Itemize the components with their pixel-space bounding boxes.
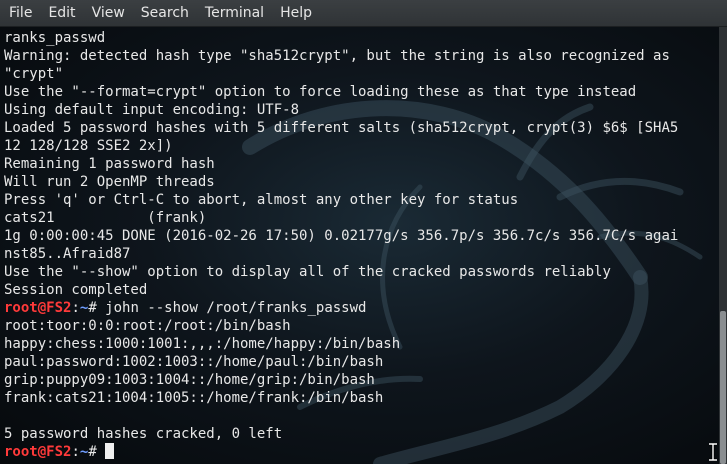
output-line: 1g 0:00:00:45 DONE (2016-02-26 17:50) 0.… [4, 228, 679, 244]
output-line: happy:chess:1000:1001:,,,:/home/happy:/b… [4, 336, 401, 352]
prompt-user-host: root@FS2 [4, 444, 72, 460]
menu-help[interactable]: Help [271, 0, 319, 27]
command-text: john --show /root/franks_passwd [105, 300, 367, 316]
output-line: Use the "--format=crypt" option to force… [4, 84, 637, 100]
text-cursor-ibeam-icon [709, 443, 717, 461]
output-line: Press 'q' or Ctrl-C to abort, almost any… [4, 192, 519, 208]
output-line: Use the "--show" option to display all o… [4, 264, 611, 280]
menu-view[interactable]: View [83, 0, 132, 27]
output-line: 5 password hashes cracked, 0 left [4, 426, 283, 442]
output-line: Session completed [4, 282, 148, 298]
output-line: paul:password:1002:1003::/home/paul:/bin… [4, 354, 384, 370]
output-line: ranks_passwd [4, 30, 106, 46]
prompt-symbol: # [88, 300, 106, 316]
output-line: nst85..Afraid87 [4, 246, 131, 262]
output-line: root:toor:0:0:root:/root:/bin/bash [4, 318, 291, 334]
menu-bar: File Edit View Search Terminal Help [0, 0, 727, 27]
output-line: Using default input encoding: UTF-8 [4, 102, 300, 118]
prompt-symbol: # [88, 444, 106, 460]
output-line: Will run 2 OpenMP threads [4, 174, 215, 190]
scrollbar-thumb[interactable] [720, 311, 726, 464]
terminal-scrollbar[interactable] [719, 27, 727, 464]
terminal-text: ranks_passwd Warning: detected hash type … [4, 29, 678, 461]
active-prompt-line: root@FS2:~# [4, 443, 678, 461]
prompt-separator: : [71, 444, 80, 460]
menu-terminal[interactable]: Terminal [196, 0, 271, 27]
terminal-window: File Edit View Search Terminal Help rank… [0, 0, 727, 464]
output-line: Remaining 1 password hash [4, 156, 215, 172]
output-line: Warning: detected hash type "sha512crypt… [4, 48, 670, 64]
output-line: 12 128/128 SSE2 2x]) [4, 138, 173, 154]
output-line: Loaded 5 password hashes with 5 differen… [4, 120, 679, 136]
menu-search[interactable]: Search [132, 0, 196, 27]
menu-edit[interactable]: Edit [39, 0, 82, 27]
command-line: root@FS2:~# john --show /root/franks_pas… [4, 299, 678, 317]
output-line: frank:cats21:1004:1005::/home/frank:/bin… [4, 390, 384, 406]
menu-file[interactable]: File [0, 0, 39, 27]
terminal-cursor [105, 443, 115, 459]
output-line: grip:puppy09:1003:1004::/home/grip:/bin/… [4, 372, 375, 388]
terminal-output-area[interactable]: ranks_passwd Warning: detected hash type … [0, 27, 719, 464]
prompt-user-host: root@FS2 [4, 300, 72, 316]
output-line: cats21 (frank) [4, 210, 207, 226]
prompt-separator: : [71, 300, 80, 316]
output-line: "crypt" [4, 66, 64, 82]
